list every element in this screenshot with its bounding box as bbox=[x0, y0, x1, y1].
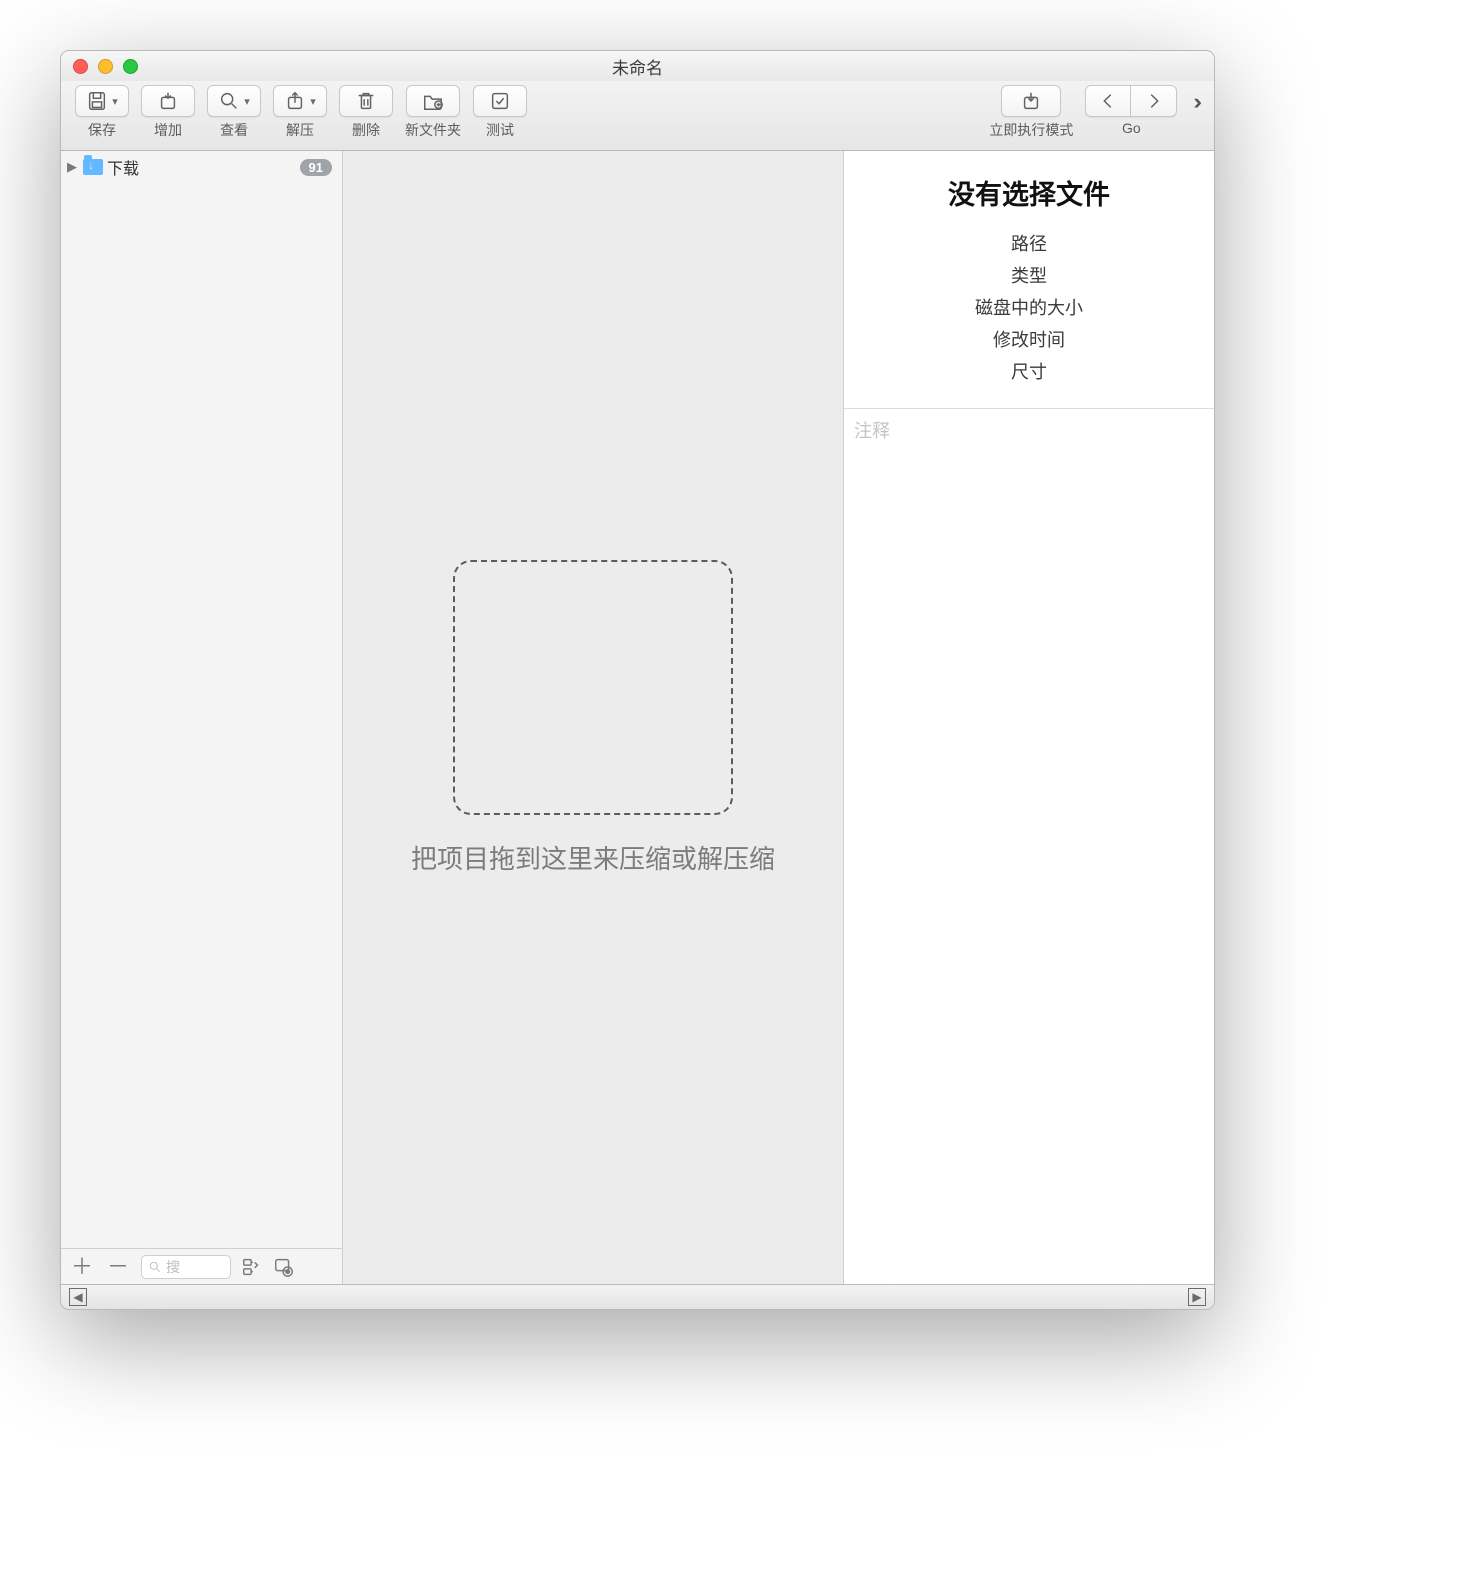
chevron-right-icon bbox=[1143, 90, 1165, 112]
new-folder-icon bbox=[422, 90, 444, 112]
execute-label: 立即执行模式 bbox=[989, 120, 1073, 140]
toolbar: ▾ 保存 增加 ▾ 查看 ▾ 解压 bbox=[61, 81, 1214, 151]
add-icon bbox=[157, 90, 179, 112]
window-title: 未命名 bbox=[61, 54, 1214, 79]
add-label: 增加 bbox=[154, 120, 182, 140]
close-window-button[interactable] bbox=[73, 59, 88, 74]
test-label: 测试 bbox=[486, 120, 514, 140]
zoom-window-button[interactable] bbox=[123, 59, 138, 74]
view-button[interactable]: ▾ bbox=[207, 85, 261, 117]
sidebar-item-label: 下载 bbox=[107, 155, 139, 179]
sidebar-search-input[interactable]: 搜 bbox=[141, 1255, 231, 1279]
toolbar-overflow-button[interactable]: ›› bbox=[1183, 85, 1206, 119]
view-label: 查看 bbox=[220, 120, 248, 140]
search-placeholder: 搜 bbox=[166, 1257, 180, 1277]
add-source-button[interactable]: ＋ bbox=[69, 1256, 95, 1278]
item-count-badge: 91 bbox=[300, 159, 332, 176]
keyboard-mapping-icon[interactable] bbox=[241, 1256, 263, 1278]
dropzone-hint: 把项目拖到这里来压缩或解压缩 bbox=[411, 839, 775, 876]
extract-icon bbox=[284, 90, 306, 112]
folder-icon bbox=[83, 159, 103, 175]
sidebar-item-downloads[interactable]: ▶ 下载 91 bbox=[61, 154, 342, 180]
go-label: Go bbox=[1122, 120, 1141, 136]
delete-label: 删除 bbox=[352, 120, 380, 140]
collapse-right-panel-button[interactable]: ▶ bbox=[1188, 1288, 1206, 1306]
titlebar[interactable]: 未命名 bbox=[61, 51, 1214, 81]
inspector-field-modified: 修改时间 bbox=[854, 326, 1204, 352]
add-button[interactable] bbox=[141, 85, 195, 117]
notes-textarea[interactable]: 注释 bbox=[844, 409, 1214, 1284]
execute-icon bbox=[1020, 90, 1042, 112]
app-window: 未命名 ▾ 保存 增加 ▾ 查看 ▾ bbox=[60, 50, 1215, 1310]
new-folder-button[interactable] bbox=[406, 85, 460, 117]
extract-label: 解压 bbox=[286, 120, 314, 140]
checkbox-icon bbox=[489, 90, 511, 112]
new-folder-label: 新文件夹 bbox=[405, 120, 461, 140]
inspector-field-path: 路径 bbox=[854, 230, 1204, 256]
test-button[interactable] bbox=[473, 85, 527, 117]
execute-mode-button[interactable] bbox=[1001, 85, 1061, 117]
chevron-down-icon: ▾ bbox=[112, 95, 118, 108]
inspector-title: 没有选择文件 bbox=[854, 173, 1204, 212]
dropzone-target[interactable] bbox=[453, 560, 733, 815]
delete-button[interactable] bbox=[339, 85, 393, 117]
extract-button[interactable]: ▾ bbox=[273, 85, 327, 117]
inspector-field-disk-size: 磁盘中的大小 bbox=[854, 294, 1204, 320]
source-tree: ▶ 下载 91 bbox=[61, 151, 342, 1248]
sidebar: ▶ 下载 91 ＋ － 搜 bbox=[61, 151, 343, 1284]
magnifier-icon bbox=[218, 90, 240, 112]
chevron-down-icon: ▾ bbox=[244, 95, 250, 108]
go-forward-button[interactable] bbox=[1131, 85, 1177, 117]
chevron-down-icon: ▾ bbox=[310, 95, 316, 108]
collapse-left-panel-button[interactable]: ◀ bbox=[69, 1288, 87, 1306]
remove-source-button[interactable]: － bbox=[105, 1256, 131, 1278]
chevron-left-icon bbox=[1097, 90, 1119, 112]
disclosure-triangle-icon[interactable]: ▶ bbox=[67, 159, 79, 175]
content-area[interactable]: 把项目拖到这里来压缩或解压缩 bbox=[343, 151, 844, 1284]
inspector-field-type: 类型 bbox=[854, 262, 1204, 288]
notes-placeholder: 注释 bbox=[854, 421, 890, 441]
inspector-field-dimensions: 尺寸 bbox=[854, 358, 1204, 384]
go-back-button[interactable] bbox=[1085, 85, 1131, 117]
save-icon bbox=[86, 90, 108, 112]
save-button[interactable]: ▾ bbox=[75, 85, 129, 117]
save-label: 保存 bbox=[88, 120, 116, 140]
inspector-panel: 没有选择文件 路径 类型 磁盘中的大小 修改时间 尺寸 注释 bbox=[844, 151, 1214, 1284]
minimize-window-button[interactable] bbox=[98, 59, 113, 74]
trash-icon bbox=[355, 90, 377, 112]
search-icon bbox=[148, 1260, 162, 1274]
preview-eye-icon[interactable] bbox=[273, 1256, 295, 1278]
sidebar-footer: ＋ － 搜 bbox=[61, 1248, 342, 1284]
status-bar: ◀ ▶ bbox=[61, 1284, 1214, 1309]
